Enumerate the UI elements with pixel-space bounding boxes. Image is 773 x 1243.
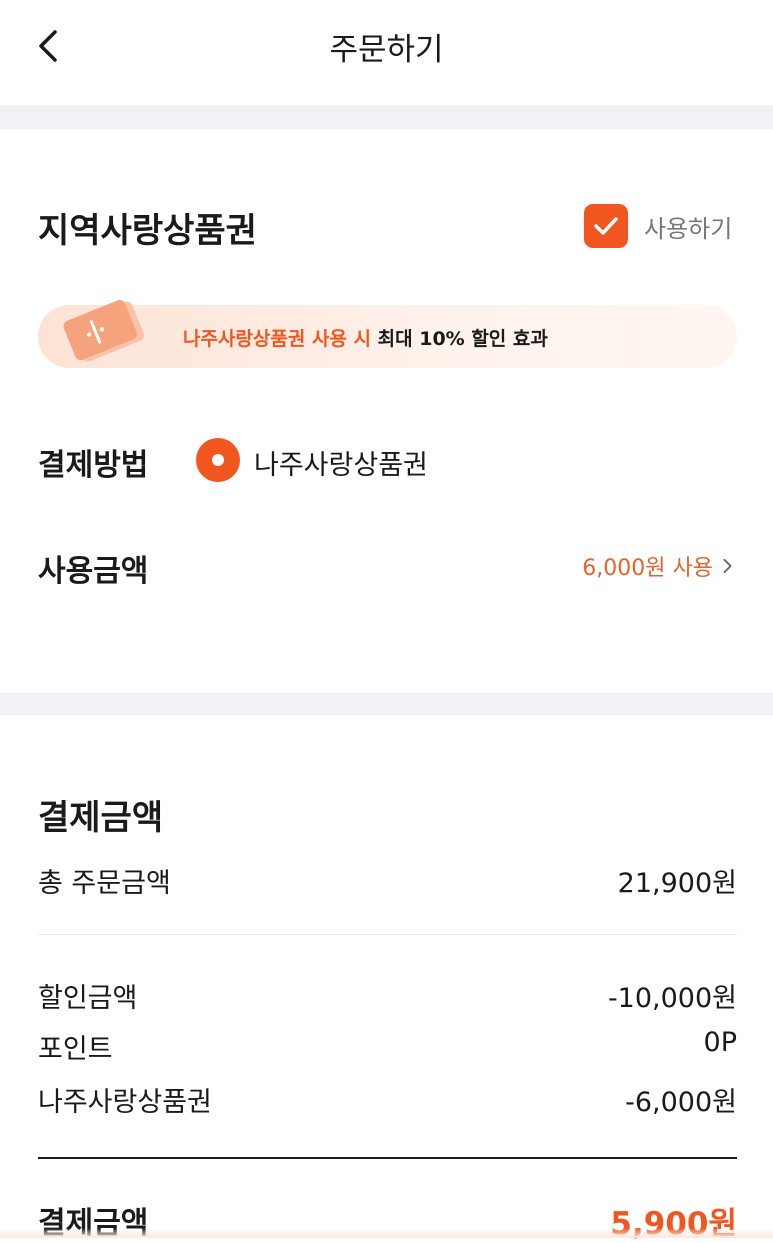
use-amount-value: 6,000원 사용	[582, 556, 713, 581]
payment-section-title: 결제금액	[38, 798, 164, 838]
page-title: 주문하기	[329, 32, 444, 68]
banner-rest: 최대 10% 할인 효과	[377, 328, 548, 350]
point-value: 0P	[703, 1027, 737, 1058]
app-header: 주문하기	[0, 0, 773, 105]
payment-method-label: 결제방법	[38, 448, 149, 483]
total-divider	[38, 1157, 737, 1159]
chevron-right-icon	[723, 558, 732, 574]
use-amount-label: 사용금액	[38, 554, 149, 589]
banner-text: 나주사랑상품권 사용 시 최대 10% 할인 효과	[183, 324, 548, 351]
total-label: 총 주문금액	[38, 868, 171, 899]
section-divider	[0, 693, 773, 715]
voucher-section-title: 지역사랑상품권	[38, 211, 257, 251]
voucher-value: -6,000원	[625, 1087, 737, 1118]
banner-highlight: 나주사랑상품권 사용 시	[183, 328, 372, 350]
total-value: 21,900원	[617, 868, 737, 899]
bottom-bar-glow	[0, 1228, 773, 1238]
total-row: 총 주문금액 21,900원	[38, 861, 737, 900]
ticket-icon	[63, 300, 144, 362]
payment-method-radio[interactable]	[196, 438, 240, 482]
check-icon	[594, 217, 618, 235]
use-amount-link[interactable]: 6,000원 사용	[582, 550, 735, 582]
discount-label: 할인금액	[38, 983, 138, 1014]
discount-value: -10,000원	[607, 983, 737, 1014]
point-row: 포인트 0P	[38, 1027, 737, 1066]
use-voucher-checkbox[interactable]	[584, 204, 628, 248]
point-label: 포인트	[38, 1034, 113, 1065]
section-divider	[0, 105, 773, 129]
use-voucher-label[interactable]: 사용하기	[644, 209, 732, 244]
voucher-row: 나주사랑상품권 -6,000원	[38, 1080, 737, 1119]
discount-banner: 나주사랑상품권 사용 시 최대 10% 할인 효과	[38, 300, 737, 368]
voucher-label: 나주사랑상품권	[38, 1087, 212, 1118]
discount-row: 할인금액 -10,000원	[38, 976, 737, 1015]
row-divider	[38, 934, 737, 935]
payment-method-option[interactable]: 나주사랑상품권	[254, 443, 428, 482]
